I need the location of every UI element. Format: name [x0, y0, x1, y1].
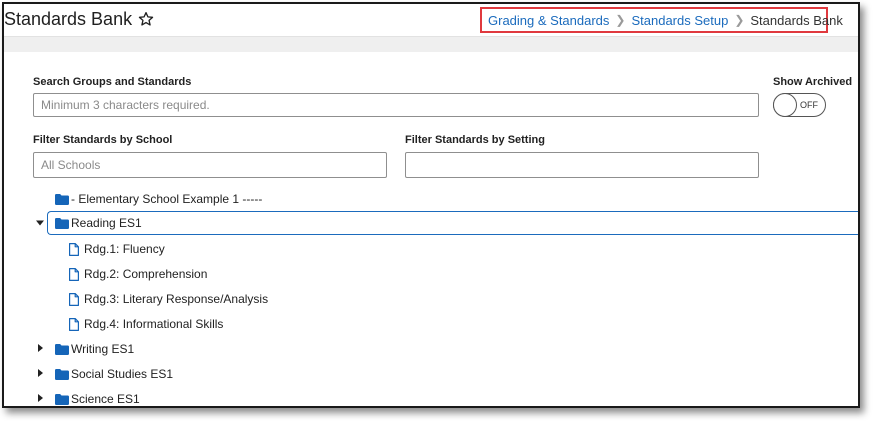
breadcrumb-chevron-icon: ❯	[734, 13, 745, 27]
search-input[interactable]	[33, 93, 759, 117]
folder-icon	[55, 343, 69, 355]
filter-setting-input[interactable]	[405, 152, 759, 178]
app-window: Standards Bank Grading & Standards ❯ Sta…	[2, 2, 860, 408]
folder-icon	[55, 217, 69, 229]
filter-setting-label: Filter Standards by Setting	[405, 134, 545, 146]
tree-standard-item[interactable]: Rdg.2: Comprehension	[69, 263, 207, 285]
tree-standard-label: Rdg.3: Literary Response/Analysis	[84, 292, 269, 306]
page-title: Standards Bank	[4, 9, 133, 29]
toggle-knob	[773, 93, 797, 117]
caret-right-icon[interactable]	[35, 343, 45, 353]
breadcrumb-chevron-icon: ❯	[615, 13, 626, 27]
search-label: Search Groups and Standards	[33, 76, 192, 88]
favorite-star-icon[interactable]	[138, 11, 154, 27]
tree-group-social-studies[interactable]: Social Studies ES1	[55, 363, 173, 385]
filter-school-input[interactable]	[33, 152, 387, 178]
breadcrumb-current: Standards Bank	[750, 12, 843, 28]
tree-group-science[interactable]: Science ES1	[55, 388, 140, 406]
tree-standard-label: Rdg.1: Fluency	[84, 242, 165, 256]
page-header: Standards Bank Grading & Standards ❯ Sta…	[4, 4, 858, 36]
header-divider	[4, 36, 858, 52]
folder-icon	[55, 193, 69, 205]
caret-right-icon[interactable]	[35, 393, 45, 403]
tree-standard-label: Rdg.2: Comprehension	[84, 267, 208, 281]
tree-root-node[interactable]: - Elementary School Example 1 -----	[55, 188, 262, 210]
caret-right-icon[interactable]	[35, 368, 45, 378]
document-icon	[69, 292, 79, 306]
document-icon	[69, 317, 79, 331]
breadcrumb-link-standards-setup[interactable]: Standards Setup	[631, 13, 728, 28]
toggle-state: OFF	[800, 100, 818, 110]
tree-group-label: Science ES1	[71, 392, 140, 406]
tree-group-writing[interactable]: Writing ES1	[55, 338, 134, 360]
tree-standard-item[interactable]: Rdg.1: Fluency	[69, 238, 165, 260]
tree-standard-item[interactable]: Rdg.3: Literary Response/Analysis	[69, 288, 268, 310]
tree-standard-item[interactable]: Rdg.4: Informational Skills	[69, 313, 223, 335]
tree-group-label: Writing ES1	[71, 342, 135, 356]
show-archived-label: Show Archived	[773, 76, 853, 88]
tree-group-label: Social Studies ES1	[71, 367, 174, 381]
breadcrumb: Grading & Standards ❯ Standards Setup ❯ …	[480, 7, 843, 33]
tree-standard-label: Rdg.4: Informational Skills	[84, 317, 224, 331]
document-icon	[69, 267, 79, 281]
document-icon	[69, 242, 79, 256]
tree-group-reading[interactable]: Reading ES1	[47, 211, 858, 235]
tree-group-label: Reading ES1	[71, 216, 142, 230]
folder-icon	[55, 393, 69, 405]
show-archived-toggle[interactable]: OFF	[773, 93, 826, 117]
tree-root-label: - Elementary School Example 1 -----	[71, 192, 263, 206]
filter-school-label: Filter Standards by School	[33, 134, 173, 146]
breadcrumb-link-grading-standards[interactable]: Grading & Standards	[488, 13, 609, 28]
folder-icon	[55, 368, 69, 380]
caret-down-icon[interactable]	[35, 218, 45, 228]
